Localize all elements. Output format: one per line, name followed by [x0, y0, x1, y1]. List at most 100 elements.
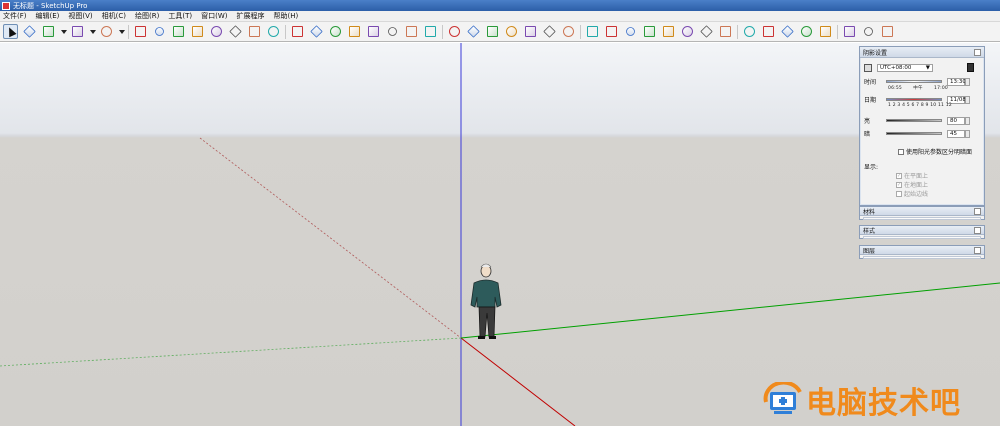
menu-help[interactable]: 帮助(H): [273, 11, 298, 21]
menu-edit[interactable]: 编辑(E): [36, 11, 60, 21]
view-back-icon[interactable]: [542, 24, 557, 39]
panel-close-icon[interactable]: [974, 48, 981, 56]
text-icon[interactable]: [247, 24, 262, 39]
outer-shell-icon[interactable]: [818, 24, 833, 39]
on-faces-checkbox[interactable]: ✓: [896, 172, 902, 179]
panel-close-icon[interactable]: [974, 246, 981, 254]
on-ground-checkbox[interactable]: ✓: [896, 181, 902, 188]
materials-panel-body: [863, 217, 981, 220]
dark-slider[interactable]: [886, 132, 942, 135]
time-noon: 中午: [913, 86, 923, 91]
drape-icon[interactable]: [642, 24, 657, 39]
pan-icon[interactable]: [328, 24, 343, 39]
solid-split-icon[interactable]: [799, 24, 814, 39]
eraser-icon[interactable]: [22, 24, 37, 39]
menu-window[interactable]: 窗口(W): [201, 11, 227, 21]
light-slider[interactable]: [886, 119, 942, 122]
rectangle-icon[interactable]: [99, 24, 114, 39]
light-spinner[interactable]: [965, 116, 970, 125]
shadow-details-icon[interactable]: [967, 63, 974, 72]
display-label: 显示:: [864, 164, 879, 171]
menu-extensions[interactable]: 扩展程序: [236, 11, 264, 21]
smoove-icon[interactable]: [604, 24, 619, 39]
time-spinner[interactable]: [965, 77, 970, 86]
menu-camera[interactable]: 相机(C): [102, 11, 126, 21]
solid-union-icon[interactable]: [742, 24, 757, 39]
layout-icon[interactable]: [880, 24, 895, 39]
dropdown-icon[interactable]: [118, 24, 125, 39]
shadow-panel-title: 阴影设置: [863, 49, 888, 57]
date-slider[interactable]: [886, 98, 942, 101]
intersect-icon[interactable]: [718, 24, 733, 39]
orbit-icon[interactable]: [309, 24, 324, 39]
pencil-icon[interactable]: [41, 24, 56, 39]
dropdown-icon[interactable]: [60, 24, 67, 39]
view-front-icon[interactable]: [504, 24, 519, 39]
menu-draw[interactable]: 绘图(R): [135, 11, 159, 21]
flip-edge-icon[interactable]: [680, 24, 695, 39]
time-field[interactable]: 13:30: [947, 77, 966, 86]
layers-panel[interactable]: 图层: [859, 245, 985, 259]
select-icon[interactable]: [3, 24, 18, 39]
offset-icon[interactable]: [152, 24, 167, 39]
materials-panel-header: 材料: [860, 207, 984, 216]
view-right-icon[interactable]: [523, 24, 538, 39]
view-iso-icon[interactable]: [466, 24, 481, 39]
model-viewport[interactable]: [0, 43, 1000, 426]
dropdown-icon[interactable]: [89, 24, 96, 39]
fog-icon[interactable]: [861, 24, 876, 39]
styles-panel[interactable]: 样式: [859, 225, 985, 239]
use-sun-checkbox[interactable]: [898, 148, 904, 155]
time-slider[interactable]: [886, 80, 942, 83]
light-field[interactable]: 80: [947, 116, 965, 125]
on-ground-label: 在地面上: [904, 182, 929, 189]
add-detail-icon[interactable]: [661, 24, 676, 39]
light-row: 亮 80: [864, 116, 970, 125]
display-option-faces: ✓ 在平面上: [896, 171, 928, 180]
figure-left-shoe: [478, 336, 485, 339]
shadow-toggle-icon[interactable]: [864, 63, 872, 72]
components-icon[interactable]: [385, 24, 400, 39]
scale-icon[interactable]: [209, 24, 224, 39]
panel-close-icon[interactable]: [974, 226, 981, 234]
warehouse-icon[interactable]: [404, 24, 419, 39]
dark-value: 45: [950, 130, 957, 137]
zoom-icon[interactable]: [347, 24, 362, 39]
green-axis-negative: [0, 337, 462, 367]
dark-field[interactable]: 45: [947, 129, 965, 138]
time-scale: 06:55 中午 17:00: [888, 85, 948, 92]
stamp-icon[interactable]: [623, 24, 638, 39]
zoom-extents-icon[interactable]: [366, 24, 381, 39]
paint-bucket-icon[interactable]: [290, 24, 305, 39]
arc-icon[interactable]: [70, 24, 85, 39]
materials-panel[interactable]: 材料: [859, 206, 985, 220]
view-top-icon[interactable]: [485, 24, 500, 39]
solid-trim-icon[interactable]: [780, 24, 795, 39]
extension-icon[interactable]: [423, 24, 438, 39]
panel-close-icon[interactable]: [974, 207, 981, 215]
date-spinner[interactable]: [965, 95, 970, 104]
shadow-panel-header[interactable]: 阴影设置: [860, 47, 984, 58]
push-pull-icon[interactable]: [133, 24, 148, 39]
menu-view[interactable]: 视图(V): [68, 11, 92, 21]
view-left-icon[interactable]: [561, 24, 576, 39]
scale-figure[interactable]: [470, 263, 502, 339]
menu-file[interactable]: 文件(F): [3, 11, 27, 21]
date-label: 日期: [864, 97, 877, 104]
protractor-icon[interactable]: [266, 24, 281, 39]
from-edges-checkbox[interactable]: [896, 190, 902, 197]
on-faces-label: 在平面上: [904, 173, 929, 180]
move-icon[interactable]: [171, 24, 186, 39]
sandbox-icon[interactable]: [585, 24, 600, 39]
tape-measure-icon[interactable]: [228, 24, 243, 39]
menu-tools[interactable]: 工具(T): [168, 11, 192, 21]
follow-me-icon[interactable]: [699, 24, 714, 39]
solid-subtract-icon[interactable]: [761, 24, 776, 39]
dark-spinner[interactable]: [965, 129, 970, 138]
timezone-select[interactable]: UTC+08:00 ▼: [877, 63, 933, 72]
shadows-icon[interactable]: [842, 24, 857, 39]
section-icon[interactable]: [447, 24, 462, 39]
rotate-icon[interactable]: [190, 24, 205, 39]
month-scale: 1 2 3 4 5 6 7 8 9 10 11 12: [888, 103, 952, 108]
layers-panel-title: 图层: [863, 247, 876, 255]
